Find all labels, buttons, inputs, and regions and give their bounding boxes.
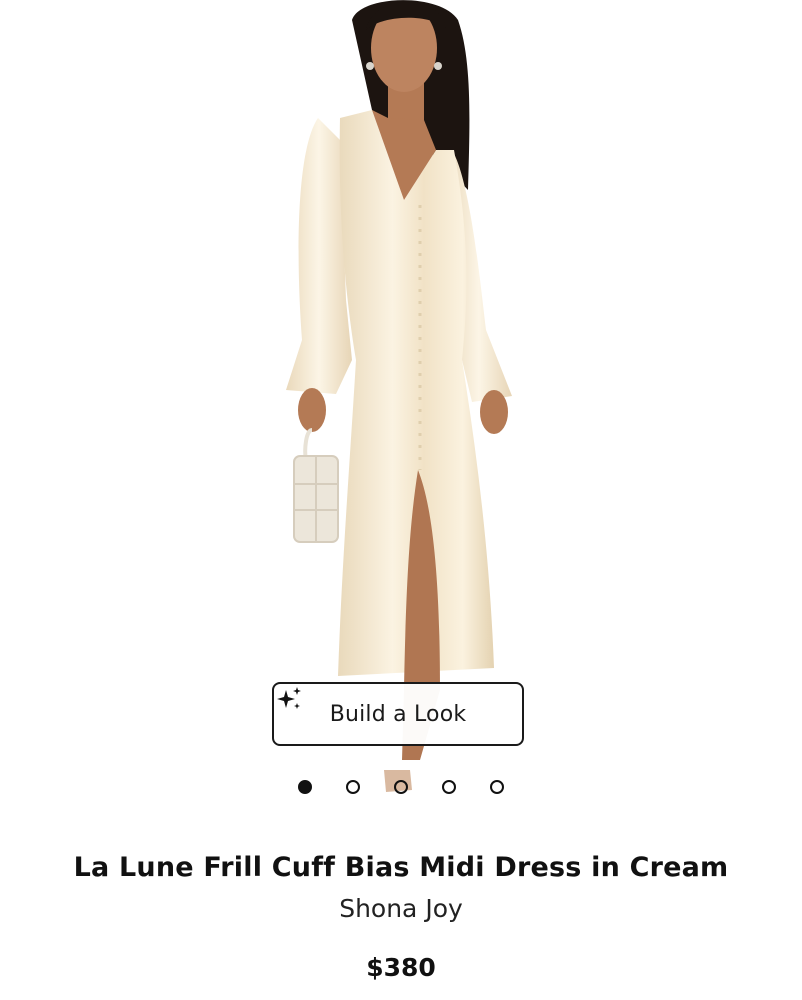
carousel-dot-3[interactable]: [394, 780, 408, 794]
carousel-dot-1[interactable]: [298, 780, 312, 794]
sparkle-icon: [277, 687, 301, 709]
product-brand[interactable]: Shona Joy: [0, 894, 802, 923]
product-title: La Lune Frill Cuff Bias Midi Dress in Cr…: [73, 852, 729, 883]
build-a-look-label: Build a Look: [329, 701, 467, 727]
carousel-dot-5[interactable]: [490, 780, 504, 794]
carousel-dot-2[interactable]: [346, 780, 360, 794]
product-price: $380: [366, 953, 436, 982]
build-a-look-button[interactable]: Build a Look: [272, 682, 524, 746]
carousel-dot-4[interactable]: [442, 780, 456, 794]
product-image[interactable]: Build a Look: [0, 0, 802, 820]
carousel-dots: [0, 780, 802, 800]
